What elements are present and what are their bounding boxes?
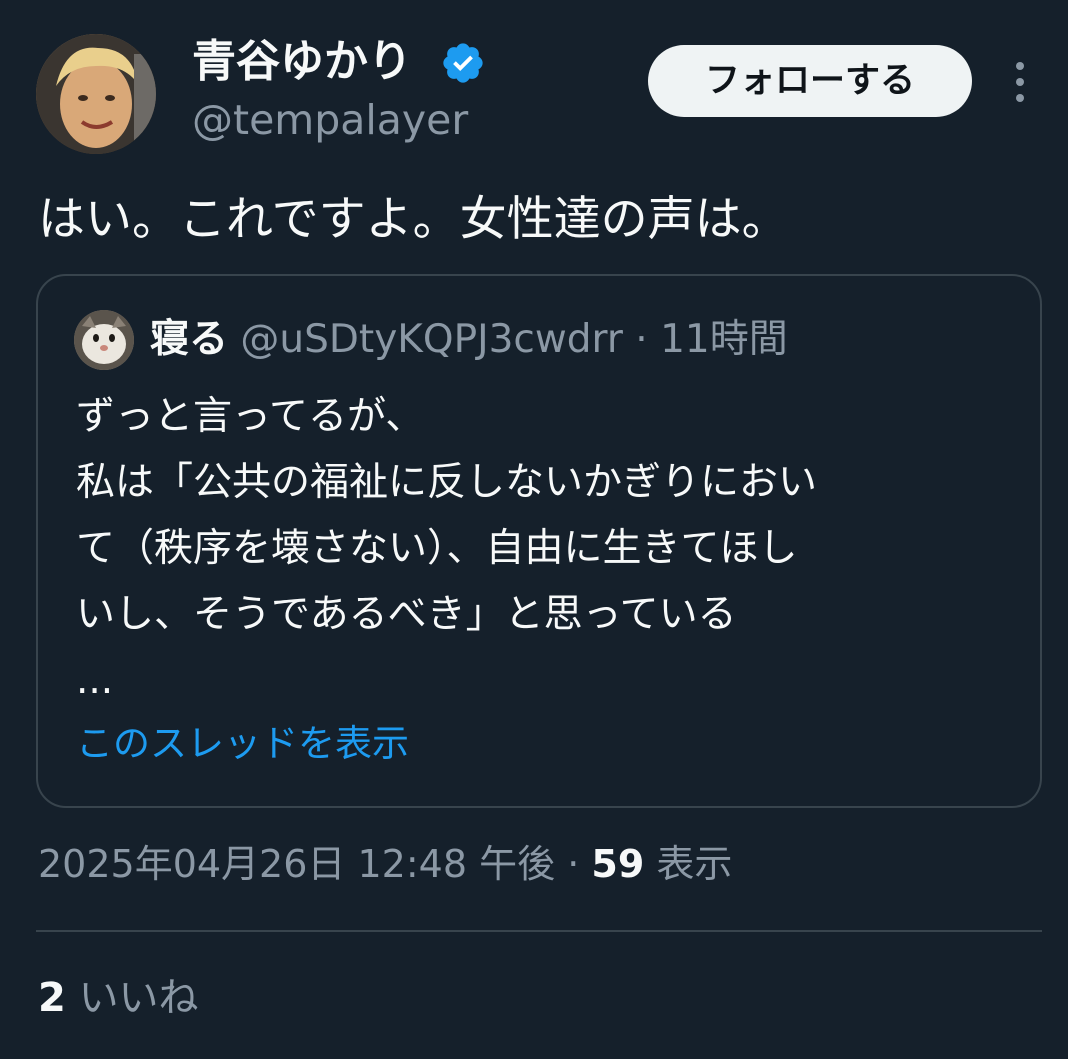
quote-separator: · [635, 317, 648, 362]
views-label: 表示 [656, 842, 733, 886]
quote-author-avatar[interactable] [74, 310, 134, 370]
meta-separator: · [567, 842, 580, 886]
follow-button[interactable]: フォローする [648, 45, 972, 117]
user-photo-avatar [36, 34, 156, 154]
tweet-meta: 2025年04月26日 12:48 午後 · 59 表示 [38, 834, 732, 894]
author-handle[interactable]: @tempalayer [192, 94, 468, 146]
tweet-datetime[interactable]: 2025年04月26日 12:48 午後 [38, 842, 555, 886]
author-display-name[interactable]: 青谷ゆかり [192, 34, 412, 90]
quote-body: ずっと言ってるが、 私は「公共の福祉に反しないかぎりにおい て（秩序を壊さない）… [76, 384, 817, 714]
quote-header: 寝る @uSDtyKQPJ3cwdrr · 11時間 [150, 312, 788, 368]
quote-line: 私は「公共の福祉に反しないかぎりにおい [76, 460, 818, 505]
quote-author-handle[interactable]: @uSDtyKQPJ3cwdrr [240, 317, 622, 362]
quote-author-name[interactable]: 寝る [150, 317, 228, 362]
divider [36, 930, 1042, 932]
likes-label: いいね [78, 975, 199, 1021]
show-thread-link[interactable]: このスレッドを表示 [76, 716, 409, 772]
quote-ellipsis: ... [76, 658, 114, 703]
quoted-tweet-card[interactable]: 寝る @uSDtyKQPJ3cwdrr · 11時間 ずっと言ってるが、 私は「… [36, 274, 1042, 808]
quote-line: て（秩序を壊さない）、自由に生きてほし [76, 526, 798, 571]
more-vertical-icon[interactable] [1006, 60, 1034, 104]
cat-photo-avatar [74, 310, 134, 370]
quote-line: ずっと言ってるが、 [76, 394, 425, 439]
quote-timestamp[interactable]: 11時間 [660, 317, 788, 362]
views-count: 59 [591, 842, 645, 886]
verified-badge-icon [443, 43, 483, 83]
likes-count: 2 [38, 975, 66, 1021]
author-avatar[interactable] [36, 34, 156, 154]
quote-line: いし、そうであるべき」と思っている [76, 592, 737, 637]
tweet-text: はい。これですよ。女性達の声は。 [38, 192, 789, 247]
likes-summary[interactable]: 2 いいね [38, 968, 199, 1028]
